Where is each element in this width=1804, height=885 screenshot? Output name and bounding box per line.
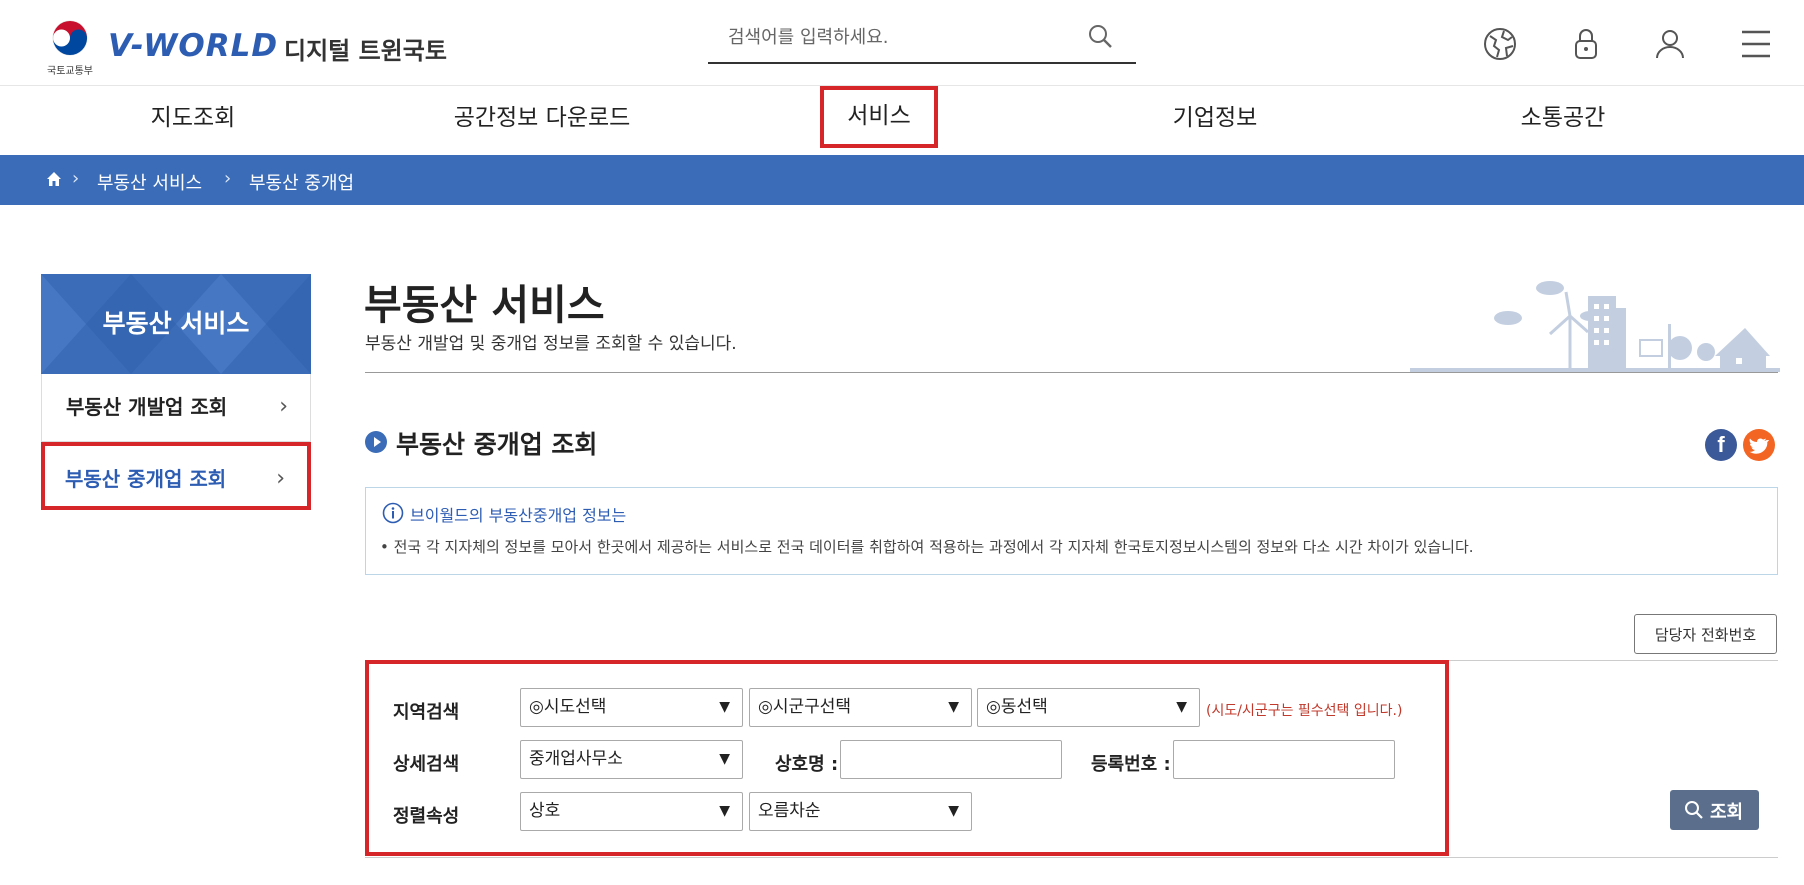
detail-type-value: 중개업사무소 <box>529 749 623 769</box>
emblem-label: 국토교통부 <box>47 66 93 77</box>
side-item-label: 부동산 중개업 조회 <box>65 467 227 491</box>
breadcrumb: › 부동산 서비스 › 부동산 중개업 <box>0 155 1804 205</box>
main-navigation: 지도조회 공간정보 다운로드 서비스 기업정보 소통공간 <box>0 86 1804 154</box>
sido-select-value: ◎시도선택 <box>529 697 607 717</box>
dropdown-arrow-icon: ▼ <box>948 803 959 819</box>
dong-select-value: ◎동선택 <box>986 697 1048 717</box>
breadcrumb-item[interactable]: 부동산 서비스 <box>97 169 202 195</box>
chevron-right-icon: › <box>279 394 288 419</box>
vworld-logo[interactable]: V-WORLD <box>108 28 278 64</box>
sort-order-value: 오름차순 <box>758 801 821 821</box>
twitter-icon[interactable] <box>1743 429 1775 461</box>
region-search-label: 지역검색 <box>393 702 460 723</box>
detail-type-select[interactable]: 중개업사무소 ▼ <box>520 740 743 779</box>
registration-number-input[interactable] <box>1173 740 1395 779</box>
info-text: • 전국 각 지자체의 정보를 모아서 한곳에서 제공하는 서비스로 전국 데이… <box>380 538 1474 556</box>
government-emblem[interactable]: 국토교통부 <box>44 18 96 77</box>
side-menu-title: 부동산 서비스 <box>41 274 311 374</box>
nav-item-download[interactable]: 공간정보 다운로드 <box>430 86 654 154</box>
dropdown-arrow-icon: ▼ <box>1176 699 1187 715</box>
nav-item-service[interactable]: 서비스 <box>820 86 938 148</box>
required-note: (시도/시군구는 필수선택 입니다.) <box>1206 703 1403 719</box>
contact-phone-button[interactable]: 담당자 전화번호 <box>1634 614 1777 654</box>
search-form: 지역검색 ◎시도선택 ▼ ◎시군구선택 ▼ ◎동선택 ▼ (시도/시군구는 필수… <box>365 660 1449 856</box>
site-header: 국토교통부 V-WORLD 디지털 트윈국토 <box>0 0 1804 86</box>
play-circle-icon <box>365 431 387 453</box>
search-input[interactable] <box>708 14 1088 60</box>
sigungu-select[interactable]: ◎시군구선택 ▼ <box>749 688 972 727</box>
form-bottom-divider <box>365 857 1778 858</box>
user-icon[interactable] <box>1652 26 1688 62</box>
nav-item-community[interactable]: 소통공간 <box>1488 86 1638 154</box>
page-title: 부동산 서비스 <box>364 281 605 329</box>
sido-select[interactable]: ◎시도선택 ▼ <box>520 688 743 727</box>
detail-search-label: 상세검색 <box>393 754 460 775</box>
side-menu-title-text: 부동산 서비스 <box>102 309 250 338</box>
info-icon <box>382 502 404 524</box>
taegeuk-logo-icon <box>52 20 88 56</box>
nav-item-map[interactable]: 지도조회 <box>118 86 268 154</box>
sort-field-value: 상호 <box>529 801 561 821</box>
home-icon[interactable] <box>45 170 63 192</box>
sort-label: 정렬속성 <box>393 806 460 827</box>
page-description: 부동산 개발업 및 중개업 정보를 조회할 수 있습니다. <box>365 334 737 354</box>
globe-icon[interactable] <box>1482 26 1518 62</box>
info-title: 브이월드의 부동산중개업 정보는 <box>410 506 627 525</box>
chevron-right-icon: › <box>276 466 285 491</box>
city-illustration <box>1410 281 1780 372</box>
breadcrumb-separator-icon: › <box>72 168 80 189</box>
sort-field-select[interactable]: 상호 ▼ <box>520 792 743 831</box>
sort-order-select[interactable]: 오름차순 ▼ <box>749 792 972 831</box>
registration-number-label: 등록번호 : <box>1091 754 1171 775</box>
info-box: 브이월드의 부동산중개업 정보는 • 전국 각 지자체의 정보를 모아서 한곳에… <box>365 487 1778 575</box>
search-icon <box>1684 800 1704 825</box>
lock-icon[interactable] <box>1568 26 1604 62</box>
hamburger-icon[interactable] <box>1738 26 1774 62</box>
side-item-development[interactable]: 부동산 개발업 조회 › <box>41 374 311 442</box>
nav-item-company[interactable]: 기업정보 <box>1140 86 1290 154</box>
breadcrumb-separator-icon: › <box>224 168 232 189</box>
dropdown-arrow-icon: ▼ <box>948 699 959 715</box>
search-submit-button[interactable]: 조회 <box>1670 790 1759 830</box>
section-title: 부동산 중개업 조회 <box>396 430 598 459</box>
search-submit-label: 조회 <box>1710 802 1744 823</box>
facebook-letter: f <box>1717 432 1725 457</box>
side-menu: 부동산 서비스 부동산 개발업 조회 › 부동산 중개업 조회 › <box>41 274 311 510</box>
side-item-brokerage[interactable]: 부동산 중개업 조회 › <box>41 442 311 510</box>
dropdown-arrow-icon: ▼ <box>719 751 730 767</box>
search-icon[interactable] <box>1086 22 1116 52</box>
company-name-label: 상호명 : <box>775 754 839 775</box>
company-name-input[interactable] <box>840 740 1062 779</box>
dropdown-arrow-icon: ▼ <box>719 699 730 715</box>
global-search <box>708 14 1136 64</box>
dropdown-arrow-icon: ▼ <box>719 803 730 819</box>
breadcrumb-item-current[interactable]: 부동산 중개업 <box>249 169 354 195</box>
dong-select[interactable]: ◎동선택 ▼ <box>977 688 1200 727</box>
facebook-icon[interactable]: f <box>1705 429 1737 461</box>
vworld-logo-subtitle[interactable]: 디지털 트윈국토 <box>284 31 447 66</box>
side-item-label: 부동산 개발업 조회 <box>66 395 228 419</box>
sigungu-select-value: ◎시군구선택 <box>758 697 852 717</box>
